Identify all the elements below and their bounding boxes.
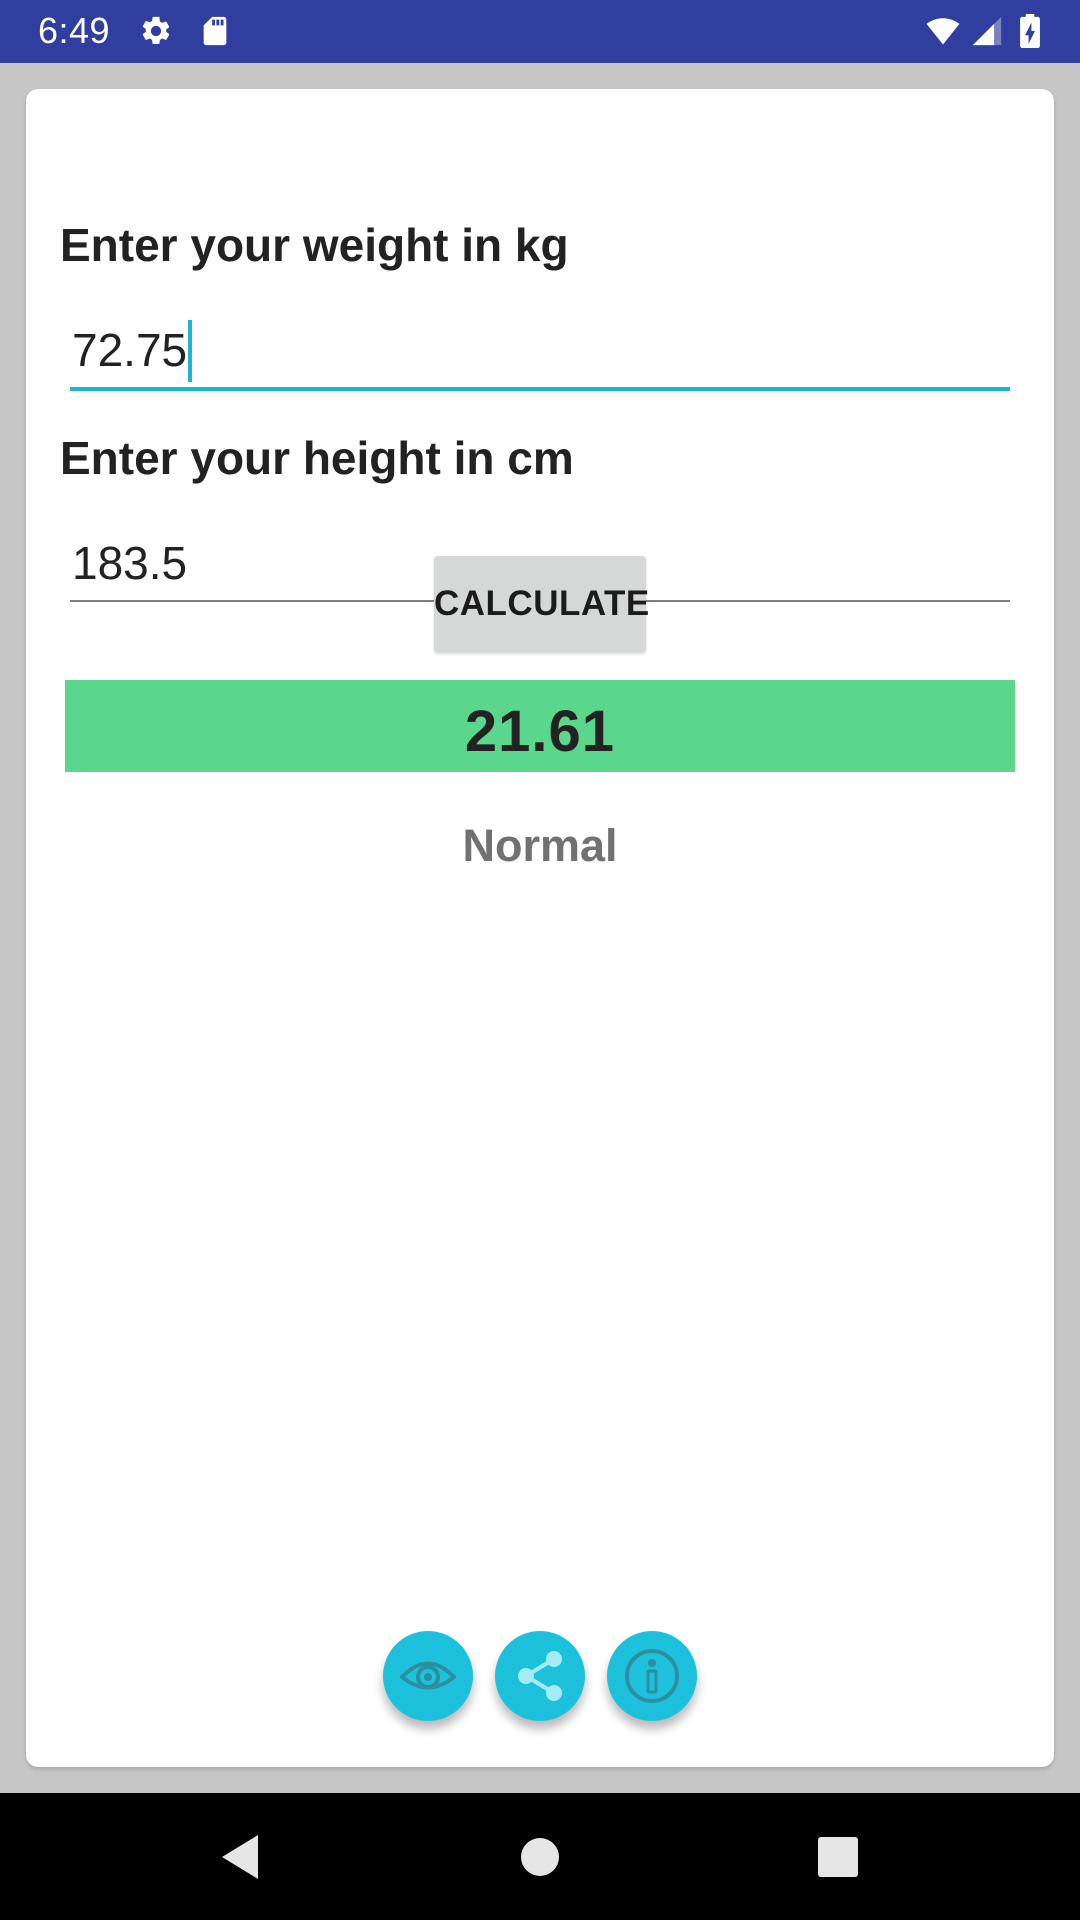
info-button[interactable] [607,1631,697,1721]
navigation-bar [0,1793,1080,1920]
bmi-result-value: 21.61 [65,680,1015,772]
weight-input-value: 72.75 [72,324,188,376]
eye-icon [400,1661,456,1690]
view-button[interactable] [383,1631,473,1721]
wifi-icon [926,18,960,45]
recents-icon [818,1836,858,1877]
recents-button[interactable] [798,1793,878,1920]
info-icon [625,1649,679,1703]
share-button[interactable] [495,1631,585,1721]
status-time: 6:49 [38,10,111,51]
battery-charging-icon [1020,14,1040,48]
home-icon [521,1837,559,1876]
text-cursor [188,319,193,382]
weight-input-underline [70,387,1010,391]
height-label: Enter your height in cm [60,432,574,484]
height-input-value: 183.5 [72,537,188,589]
calculate-button[interactable]: CALCULATE [434,556,649,652]
back-icon [222,1834,258,1879]
sd-card-icon [203,16,227,46]
bmi-card: Enter your weight in kg 72.75 Enter your… [26,89,1054,1767]
weight-label: Enter your weight in kg [60,219,569,271]
weight-input[interactable]: 72.75 [70,315,1010,391]
settings-icon [142,16,170,45]
share-icon [518,1651,562,1701]
back-button[interactable] [200,1793,280,1920]
cell-signal-icon [972,16,1002,46]
home-button[interactable] [500,1793,580,1920]
bmi-category: Normal [462,820,618,871]
status-bar: 6:49 [0,0,1080,63]
